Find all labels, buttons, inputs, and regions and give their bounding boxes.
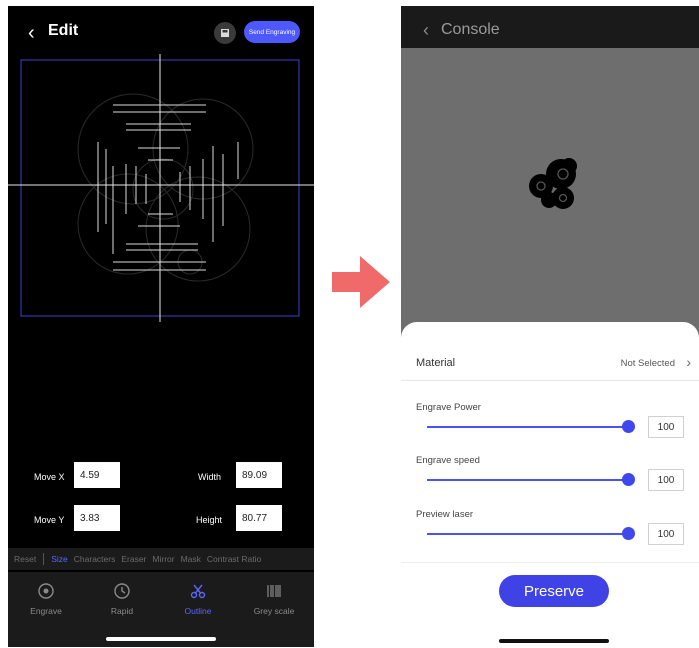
preview-laser-slider: Preview laser 100 [401,509,699,561]
width-field[interactable]: 89.09 [236,462,282,488]
send-engraving-button[interactable]: Send Engraving [244,21,300,43]
slider-knob[interactable] [622,527,635,540]
material-value: Not Selected [620,358,675,369]
nav-engrave-label: Engrave [30,606,62,616]
slider-track[interactable] [427,479,628,481]
settings-sheet: Material Not Selected › Engrave Power 10… [401,322,699,647]
nav-outline-label: Outline [184,606,212,616]
console-screen: ‹ Console Material Not Selected › Engrav… [401,6,699,647]
tool-size[interactable]: Size [48,554,71,564]
grey-scale-icon [236,582,312,602]
tool-contrast-ratio[interactable]: Contrast Ratio [204,554,264,564]
tool-eraser[interactable]: Eraser [118,554,149,564]
width-label: Width [198,472,222,482]
move-y-field[interactable]: 3.83 [74,505,120,531]
bottom-nav: Engrave Rapid Outline Grey scale [8,572,314,647]
tool-mirror[interactable]: Mirror [149,554,177,564]
slider-track[interactable] [427,426,628,428]
save-icon[interactable] [214,22,236,44]
chevron-right-icon: › [686,354,691,370]
home-indicator [106,637,216,641]
back-chevron-icon[interactable]: ‹ [423,21,429,39]
slider-value-field[interactable]: 100 [648,469,684,491]
engraving-canvas[interactable] [8,54,314,328]
slider-knob[interactable] [622,473,635,486]
material-row[interactable]: Material Not Selected › [401,346,699,381]
tool-characters[interactable]: Characters [71,554,119,564]
slider-value-field[interactable]: 100 [648,523,684,545]
tool-mask[interactable]: Mask [178,554,204,564]
console-topbar: ‹ Console [401,6,699,48]
move-x-label: Move X [34,472,65,482]
edit-screen: ‹ Edit Send Engraving Move X 4.59 Width … [8,6,314,647]
nav-outline[interactable]: Outline [160,582,236,616]
engrave-speed-slider: Engrave speed 100 [401,455,699,507]
arrow-right-icon [332,256,390,308]
engrave-power-slider: Engrave Power 100 [401,402,699,454]
nav-rapid-label: Rapid [110,606,134,616]
slider-value-field[interactable]: 100 [648,416,684,438]
outline-scissors-icon [160,582,236,602]
move-y-label: Move Y [34,515,65,525]
edit-toolbar: Reset Size Characters Eraser Mirror Mask… [8,548,314,570]
toolbar-divider [43,553,45,565]
home-indicator [499,639,609,643]
nav-grey-scale-label: Grey scale [253,606,295,616]
engrave-icon [8,582,84,602]
page-title: Edit [48,22,79,39]
nav-rapid[interactable]: Rapid [84,582,160,616]
page-title: Console [441,21,500,38]
edit-topbar: ‹ Edit Send Engraving [8,6,314,54]
material-label: Material [416,357,456,369]
tool-reset[interactable]: Reset [8,554,39,564]
move-x-field[interactable]: 4.59 [74,462,120,488]
height-field[interactable]: 80.77 [236,505,282,531]
slider-label: Preview laser [416,509,474,520]
slider-label: Engrave speed [416,455,480,466]
engraving-preview [529,158,577,209]
nav-engrave[interactable]: Engrave [8,582,84,616]
slider-knob[interactable] [622,420,635,433]
slider-track[interactable] [427,533,628,535]
back-chevron-icon[interactable]: ‹ [28,23,35,43]
preserve-button[interactable]: Preserve [499,575,609,607]
divider [401,562,699,563]
height-label: Height [196,515,223,525]
slider-label: Engrave Power [416,402,481,413]
nav-grey-scale[interactable]: Grey scale [236,582,312,616]
rapid-clock-icon [84,582,160,602]
